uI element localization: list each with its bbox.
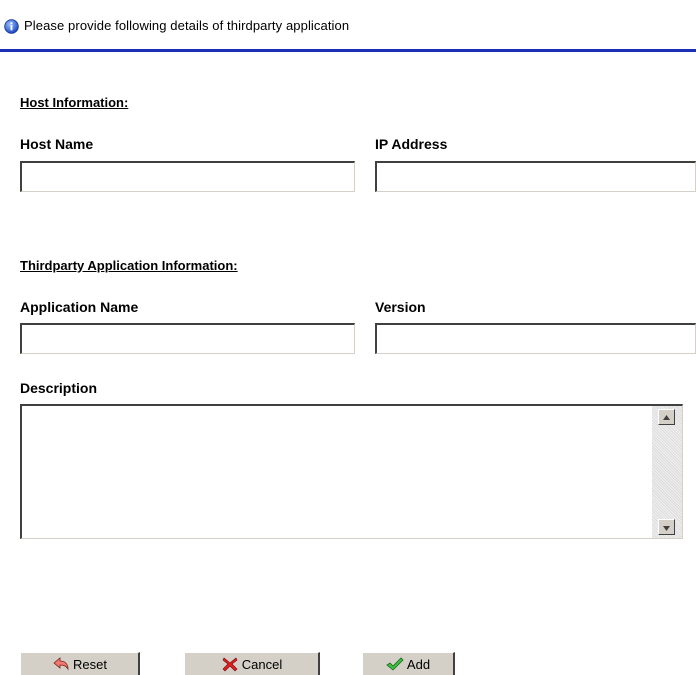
header-message: Please provide following details of thir… [24,18,350,33]
undo-arrow-icon [53,657,69,671]
thirdparty-application-heading: Thirdparty Application Information: [20,258,238,273]
application-name-label: Application Name [20,299,139,315]
version-label: Version [375,299,426,315]
scroll-down-arrow-icon [663,526,670,531]
version-field[interactable] [375,323,696,354]
cancel-label: Cancel [241,656,283,672]
add-label: Add [406,656,431,672]
ip-address-label: IP Address [375,136,448,152]
reset-label: Reset [73,656,107,672]
header-bar: Please provide following details of thir… [0,0,696,52]
scroll-down-button[interactable] [658,519,675,535]
application-name-field[interactable] [20,323,355,354]
scroll-up-button[interactable] [658,409,675,425]
host-name-label: Host Name [20,136,94,152]
description-field[interactable] [22,406,653,538]
info-icon [4,19,19,34]
description-scrollbar[interactable] [652,406,682,538]
description-box [20,404,683,539]
add-button[interactable]: Add [362,652,455,675]
ip-address-field[interactable] [375,161,696,192]
green-check-icon [386,657,404,671]
cancel-button[interactable]: Cancel [184,652,320,675]
reset-button[interactable]: Reset [20,652,140,675]
host-information-heading: Host Information: [20,95,129,110]
red-x-icon [222,657,238,672]
scroll-up-arrow-icon [663,415,670,420]
host-name-field[interactable] [20,161,355,192]
description-label: Description [20,380,98,396]
